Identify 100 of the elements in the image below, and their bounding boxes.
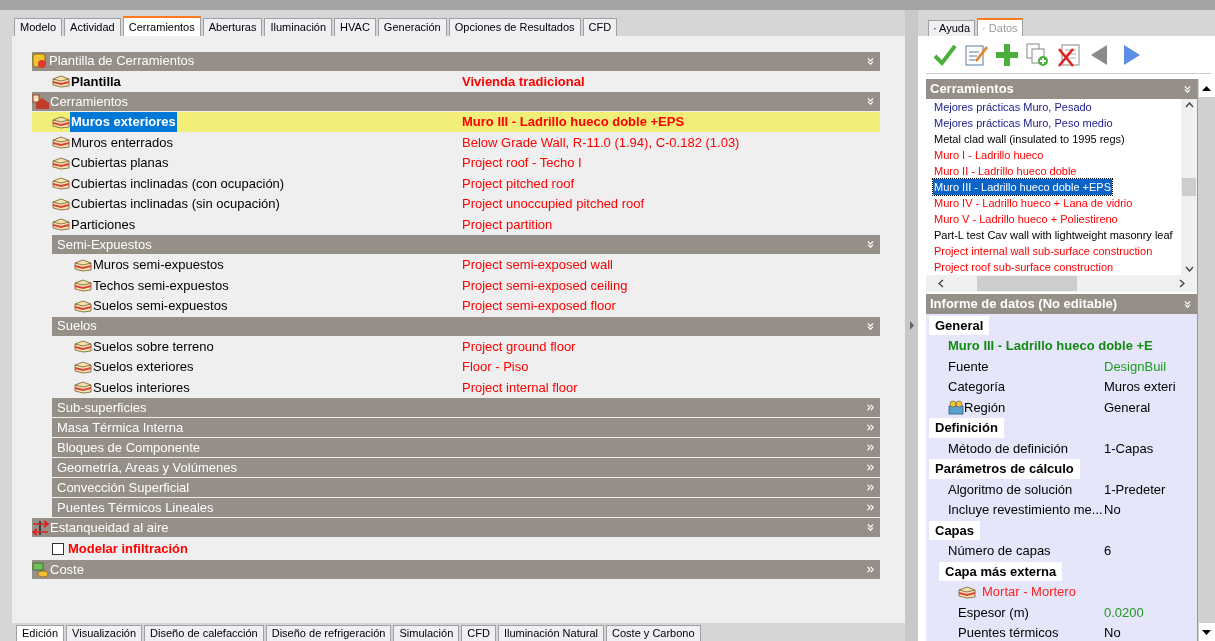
vertical-scrollbar[interactable] <box>1197 79 1215 641</box>
document-plus-icon[interactable] <box>1025 41 1051 68</box>
arrows-icon <box>32 519 50 536</box>
tab[interactable]: CFD <box>461 625 496 641</box>
double-chevron-down-icon[interactable] <box>865 320 876 332</box>
construction-row[interactable]: Plantilla Vivienda tradicional <box>32 71 880 92</box>
construction-value: Project semi-exposed wall <box>462 256 613 274</box>
property-label: Categoría <box>948 378 1006 396</box>
tab[interactable]: Iluminación <box>264 18 333 36</box>
layer-icon <box>958 584 976 599</box>
library-item[interactable]: Muro III - Ladrillo hueco doble +EPS <box>933 178 1112 196</box>
document-delete-icon[interactable] <box>1056 41 1082 68</box>
scrollbar-thumb[interactable] <box>1182 178 1196 196</box>
double-chevron-right-icon[interactable] <box>865 564 876 575</box>
construction-row[interactable]: Suelos semi-expuestos Project semi-exposed floor <box>32 295 880 316</box>
tab[interactable]: Edición <box>16 625 65 641</box>
brick-stack-icon <box>74 298 92 313</box>
panel-title: Informe de datos (No editable) <box>930 295 1118 314</box>
section-title: Semi-Expuestos <box>56 235 153 254</box>
section-title: Convección Superficial <box>56 478 191 497</box>
library-item[interactable]: Muro I - Ladrillo hueco <box>933 146 1045 164</box>
construction-value: Muro III - Ladrillo hueco doble +EPS <box>462 113 685 131</box>
library-item[interactable]: Mejores prácticas Muro, Pesado <box>933 99 1093 116</box>
construction-row[interactable]: Suelos sobre terreno Project ground floor <box>32 336 880 357</box>
property-value: 1-Predeter <box>1104 480 1166 499</box>
vertical-scrollbar[interactable] <box>1181 99 1197 275</box>
tab[interactable]: Opciones de Resultados <box>448 18 581 36</box>
construction-value: Vivienda tradicional <box>462 72 585 91</box>
double-chevron-down-icon[interactable] <box>865 239 876 250</box>
double-chevron-down-icon[interactable] <box>1182 83 1193 95</box>
triangle-up-icon[interactable] <box>1202 85 1211 91</box>
library-item[interactable]: Mejores prácticas Muro, Peso medio <box>933 114 1114 132</box>
property-value: 1-Capas <box>1104 439 1154 458</box>
checkbox-label: Modelar infiltración <box>68 539 188 558</box>
arrow-right-icon[interactable] <box>908 321 915 330</box>
double-chevron-right-icon[interactable] <box>865 462 876 473</box>
report-heading: Definición <box>929 418 1004 438</box>
double-chevron-right-icon[interactable] <box>865 422 876 433</box>
construction-value: Project semi-exposed floor <box>462 297 616 315</box>
library-item[interactable]: Muro II - Ladrillo hueco doble <box>933 162 1078 180</box>
construction-row[interactable]: Muros exteriores Muro III - Ladrillo hueco doble +EPS <box>32 111 880 132</box>
library-item[interactable]: Project internal wall sub-surface construction <box>933 242 1154 260</box>
tab[interactable]: Visualización <box>66 625 143 641</box>
construction-row[interactable]: Cubiertas inclinadas (sin ocupación) Project unoccupied pitched roof <box>32 193 880 214</box>
tab[interactable]: Modelo <box>14 18 63 36</box>
double-chevron-right-icon[interactable] <box>865 482 876 493</box>
construction-row[interactable]: Muros enterrados Below Grade Wall, R-11.0 (1.94), C-0.182 (1.03) <box>32 132 880 153</box>
scrollbar-thumb[interactable] <box>976 276 1077 291</box>
double-chevron-right-icon[interactable] <box>865 402 876 413</box>
construction-value: Project partition <box>462 215 553 234</box>
property-value: DesignBuil <box>1104 357 1167 376</box>
library-item[interactable]: Project roof sub-surface construction <box>933 258 1115 275</box>
property-value: 6 <box>1104 542 1112 560</box>
construction-value: Project pitched roof <box>462 174 574 193</box>
section-title: Geometría, Areas y Volúmenes <box>56 458 238 477</box>
tab[interactable]: Coste y Carbono <box>606 625 701 641</box>
tab[interactable]: Actividad <box>64 18 121 36</box>
double-chevron-down-icon[interactable] <box>865 522 876 533</box>
tab[interactable]: · Ayuda <box>928 20 976 36</box>
construction-row[interactable]: Particiones Project partition <box>32 214 880 235</box>
library-item[interactable]: Metal clad wall (insulated to 1995 regs) <box>933 130 1126 148</box>
double-chevron-right-icon[interactable] <box>865 442 876 453</box>
double-chevron-right-icon[interactable] <box>865 502 876 513</box>
checkbox[interactable] <box>52 542 64 555</box>
brick-stack-icon <box>52 196 70 211</box>
construction-row[interactable]: Techos semi-expuestos Project semi-exposed ceiling <box>32 275 880 296</box>
library-item[interactable]: Muro V - Ladrillo hueco + Poliestireno <box>933 210 1119 228</box>
tab[interactable]: Diseño de calefacción <box>144 625 264 641</box>
chevron-right-icon[interactable] <box>1179 279 1185 288</box>
construction-value: Project roof - Techo I <box>462 154 582 172</box>
tab[interactable]: Diseño de refrigeración <box>265 625 392 641</box>
brick-stack-icon <box>74 339 92 354</box>
property-label: Fuente <box>948 357 989 376</box>
double-chevron-down-icon[interactable] <box>1182 298 1193 310</box>
library-item[interactable]: Muro IV - Ladrillo hueco + Lana de vidrio <box>933 194 1134 212</box>
tab[interactable]: Iluminación Natural <box>497 625 605 641</box>
tab[interactable]: Generación <box>377 18 447 36</box>
tab[interactable]: Simulación <box>393 625 460 641</box>
construction-row[interactable]: Muros semi-expuestos Project semi-exposed wall <box>32 254 880 275</box>
library-item[interactable]: Part-L test Cav wall with lightweight masonry leaf <box>933 226 1174 244</box>
construction-row[interactable]: Cubiertas planas Project roof - Techo I <box>32 152 880 173</box>
construction-label: Suelos semi-expuestos <box>92 297 229 315</box>
plus-icon[interactable] <box>994 41 1020 68</box>
chevron-left-icon[interactable] <box>938 279 944 288</box>
double-chevron-down-icon[interactable] <box>865 55 876 67</box>
chevron-down-icon[interactable] <box>1184 266 1194 272</box>
report-heading: General <box>929 315 990 335</box>
chevron-up-icon[interactable] <box>1184 102 1194 108</box>
construction-row[interactable]: Suelos interiores Project internal floor <box>32 377 880 398</box>
double-chevron-down-icon[interactable] <box>865 96 876 107</box>
tab[interactable]: Aberturas <box>202 18 263 36</box>
construction-label: Techos semi-expuestos <box>92 276 230 295</box>
triangle-down-icon[interactable] <box>1202 629 1211 635</box>
construction-row[interactable]: Cubiertas inclinadas (con ocupación) Project pitched roof <box>32 173 880 194</box>
house-icon <box>32 93 50 110</box>
construction-row[interactable]: Suelos exteriores Floor - Piso <box>32 356 880 377</box>
horizontal-scrollbar[interactable] <box>926 275 1197 292</box>
tab[interactable]: Cerramientos <box>122 16 201 36</box>
tab[interactable]: HVAC <box>334 18 376 36</box>
tab[interactable]: CFD <box>582 18 618 36</box>
